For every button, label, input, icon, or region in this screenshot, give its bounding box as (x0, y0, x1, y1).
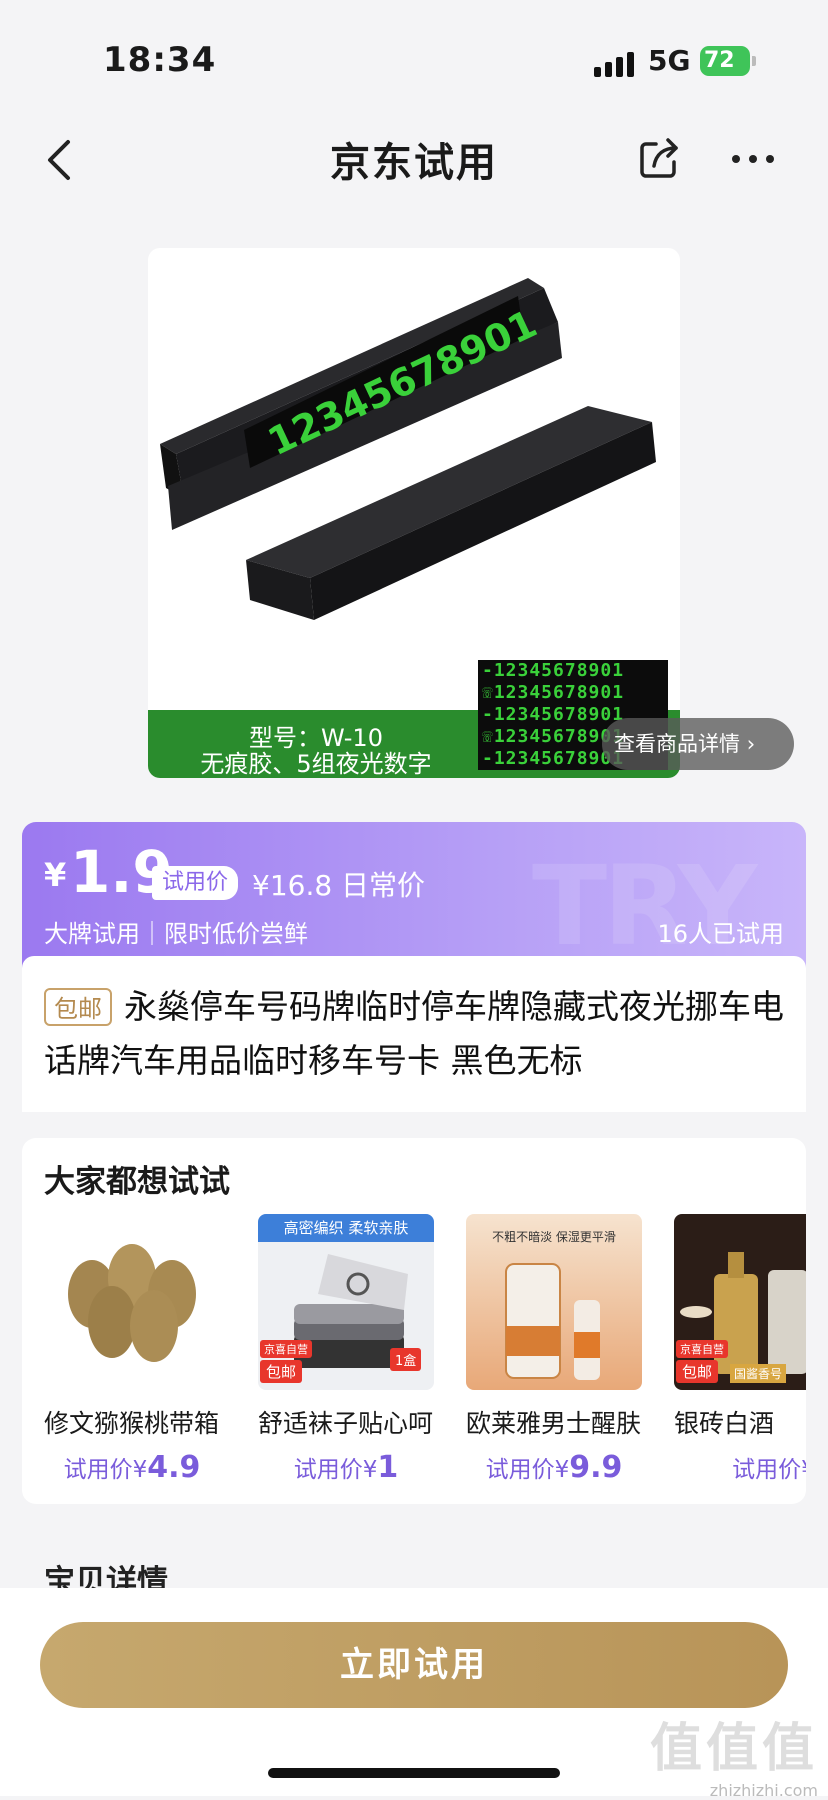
rec-item-name: 舒适袜子贴心呵 (258, 1409, 434, 1438)
rec-item-baijiu[interactable]: 京喜自营 包邮 国酱香号 银砖白酒 试用价¥ (674, 1214, 806, 1504)
signal-icon (594, 52, 634, 77)
rec-item-name: 修文猕猴桃带箱 (44, 1409, 220, 1438)
rec-item-kiwi[interactable]: 修文猕猴桃带箱 试用价¥4.9 (44, 1214, 220, 1504)
tried-count: 16人已试用 (657, 920, 784, 948)
network-type: 5G (648, 44, 691, 77)
bottom-bar: 立即试用 值值值 zhizhizhi.com (0, 1588, 828, 1800)
chevron-right-icon: › (746, 732, 756, 756)
product-title-card: 包邮 永燊停车号码牌临时停车牌隐藏式夜光挪车电话牌汽车用品临时移车号卡 黑色无标 (22, 956, 806, 1112)
home-indicator (268, 1768, 560, 1778)
rec-item-name: 欧莱雅男士醒肤 (466, 1409, 642, 1438)
status-bar: 18:34 5G 72 (0, 0, 828, 110)
kiwi-illustration (44, 1214, 220, 1390)
rec-item-name: 银砖白酒 (674, 1409, 775, 1438)
page-title: 京东试用 (330, 140, 498, 186)
try-watermark: TRY (532, 842, 757, 970)
recommendations-card: 大家都想试试 修文猕猴桃带箱 试用价¥4.9 高密编织 柔软亲肤 京喜自营 包邮… (22, 1138, 806, 1504)
currency-symbol: ¥ (44, 856, 67, 894)
rec-item-price: 试用价¥1 (293, 1450, 399, 1485)
rec-image (44, 1214, 220, 1390)
status-time: 18:34 (103, 40, 217, 80)
regular-price: ¥16.8 日常价 (252, 869, 426, 902)
jingxi-tag: 京喜自营 (676, 1340, 728, 1358)
free-shipping-tag: 包邮 (260, 1360, 303, 1383)
battery-icon: 72 (700, 46, 756, 76)
nav-bar: 京东试用 (0, 110, 828, 210)
trial-price-badge: 试用价 (152, 866, 239, 900)
rec-image: 高密编织 柔软亲肤 京喜自营 包邮 1盒 (258, 1214, 434, 1390)
free-shipping-tag: 包邮 (676, 1360, 719, 1383)
rec-item-price: 试用价¥9.9 (485, 1450, 623, 1485)
pack-count-tag: 1盒 (390, 1348, 422, 1371)
rec-item-loreal[interactable]: 不粗不暗淡 保湿更平滑 欧莱雅男士醒肤 试用价¥9.9 (466, 1214, 642, 1504)
rec-item-price: 试用价¥ (732, 1457, 806, 1483)
more-icon[interactable] (728, 136, 778, 182)
site-watermark-url: zhizhizhi.com (709, 1781, 818, 1800)
product-title: 永燊停车号码牌临时停车牌隐藏式夜光挪车电话牌汽车用品临时移车号卡 黑色无标 (44, 987, 784, 1080)
parking-plate-illustration: 12345678901 (160, 278, 656, 620)
view-details-label: 查看商品详情 (614, 732, 740, 756)
rec-item-socks[interactable]: 高密编织 柔软亲肤 京喜自营 包邮 1盒 舒适袜子贴心呵 试用价¥1 (258, 1214, 434, 1504)
feature-label: 无痕胶、5组夜光数字 (200, 750, 432, 778)
recommendations-title: 大家都想试试 (44, 1164, 230, 1200)
site-watermark: 值值值 zhizhizhi.com (650, 1706, 818, 1800)
jingxi-tag: 京喜自营 (260, 1340, 312, 1358)
national-tag: 国酱香号 (730, 1364, 787, 1383)
product-image[interactable]: 12345678901 型号：W-10 无痕胶、5组夜光数字 -12345678… (148, 248, 680, 778)
rec-image: 不粗不暗淡 保湿更平滑 (466, 1214, 642, 1390)
try-now-button[interactable]: 立即试用 (40, 1622, 788, 1708)
rec-item-price: 试用价¥4.9 (63, 1450, 201, 1485)
battery-level: 72 (704, 48, 735, 73)
loreal-illustration (505, 1263, 600, 1380)
digit-row: -12345678901 (482, 660, 625, 681)
promo-tagline: 大牌试用｜限时低价尝鲜 (44, 920, 308, 948)
site-watermark-logo: 值值值 (649, 1719, 818, 1779)
view-details-button[interactable]: 查看商品详情 › (602, 718, 794, 770)
digit-row: ☏12345678901 (482, 682, 625, 703)
share-icon[interactable] (636, 136, 682, 182)
rec-image: 京喜自营 包邮 国酱香号 (674, 1214, 806, 1390)
